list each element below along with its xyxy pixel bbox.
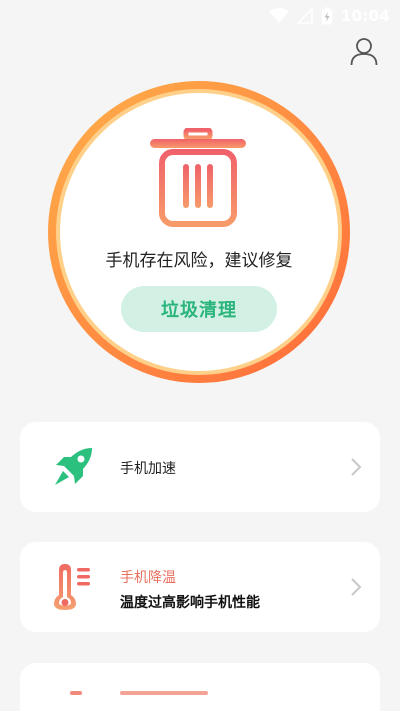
status-icons: 10:04 [268,6,390,26]
trash-icon [150,128,246,227]
wifi-icon [268,8,289,23]
scan-panel: 手机存在风险，建议修复 垃圾清理 [43,76,355,388]
clean-junk-button[interactable]: 垃圾清理 [121,286,277,332]
feature-card-partial[interactable] [20,663,380,711]
feature-title: 手机降温 [120,570,176,586]
rocket-icon [55,448,92,485]
thermometer-icon [54,564,90,610]
signal-icon [296,8,313,24]
chevron-right-icon [351,578,362,596]
status-bar: 10:04 [0,0,400,32]
status-ring [48,81,350,383]
partial-card-content [70,691,82,695]
feature-subtitle: 温度过高影响手机性能 [120,595,260,611]
profile-button[interactable] [347,34,381,68]
feature-title: 手机加速 [120,461,176,477]
feature-card-cooldown[interactable]: 手机降温 温度过高影响手机性能 [20,542,380,632]
risk-status-text: 手机存在风险，建议修复 [105,251,293,271]
partial-card-content [120,691,208,695]
status-time: 10:04 [340,7,390,25]
feature-card-speedup[interactable]: 手机加速 [20,422,380,512]
chevron-right-icon [351,458,362,476]
user-icon [350,38,378,66]
battery-icon [321,7,332,25]
